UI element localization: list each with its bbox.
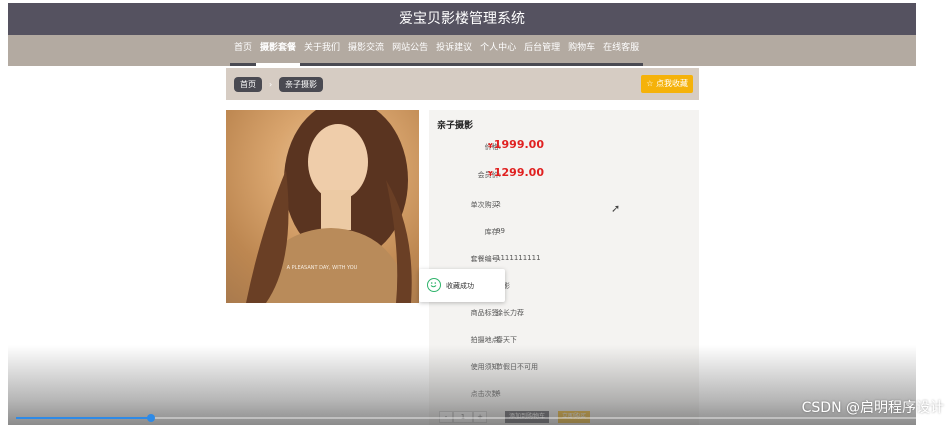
currency-symbol: ¥ bbox=[488, 170, 493, 178]
nav-item-9[interactable]: 在线客服 bbox=[599, 35, 644, 66]
nav-item-label: 网站公告 bbox=[392, 43, 429, 53]
nav-item-label: 投诉建议 bbox=[436, 43, 473, 53]
nav-item-5[interactable]: 投诉建议 bbox=[432, 35, 477, 66]
field-row: 使用须知: 节假日不可用 bbox=[429, 359, 699, 373]
nav-item-8[interactable]: 购物车 bbox=[564, 35, 600, 66]
video-progress-bar[interactable] bbox=[16, 414, 916, 422]
nav-item-label: 摄影套餐 bbox=[260, 43, 297, 53]
field-value: 1111111111 bbox=[496, 254, 541, 262]
smile-icon bbox=[427, 278, 441, 292]
nav-item-underline bbox=[520, 63, 565, 66]
nav-item-0[interactable]: 首页 bbox=[230, 35, 257, 66]
field-row: 套餐编号: 1111111111 bbox=[429, 251, 699, 265]
field-row: 点击次数: 4 bbox=[429, 386, 699, 400]
nav-item-underline bbox=[432, 63, 477, 66]
toast-notification: 收藏成功 bbox=[419, 269, 505, 302]
nav-item-7[interactable]: 后台管理 bbox=[520, 35, 565, 66]
field-value: 4 bbox=[496, 389, 501, 397]
field-value: 99 bbox=[496, 227, 505, 235]
nav-item-underline bbox=[256, 63, 301, 66]
nav-item-1[interactable]: 摄影套餐 bbox=[256, 35, 301, 66]
nav-item-4[interactable]: 网站公告 bbox=[388, 35, 433, 66]
nav-item-label: 关于我们 bbox=[304, 43, 341, 53]
nav-item-underline bbox=[476, 63, 521, 66]
price-value: ¥1999.00 bbox=[488, 138, 544, 151]
breadcrumb-separator: › bbox=[269, 80, 273, 89]
field-value: 2 bbox=[496, 200, 501, 208]
nav-item-6[interactable]: 个人中心 bbox=[476, 35, 521, 66]
nav-item-label: 摄影交流 bbox=[348, 43, 385, 53]
video-progress-knob[interactable] bbox=[147, 414, 155, 422]
price-number: 1999.00 bbox=[493, 138, 544, 151]
toast-text: 收藏成功 bbox=[446, 282, 474, 290]
portrait-illustration: A PLEASANT DAY, WITH YOU bbox=[246, 110, 412, 303]
nav-item-underline bbox=[388, 63, 433, 66]
nav-item-label: 在线客服 bbox=[603, 43, 640, 53]
field-value: 春天下 bbox=[496, 336, 517, 344]
nav-items: 首页 摄影套餐 关于我们 摄影交流 网站公告 投诉建议 个人中心 后台管理 购物车 在线客服 bbox=[230, 35, 644, 66]
nav-item-underline bbox=[599, 63, 644, 66]
price-number: 1299.00 bbox=[493, 166, 544, 179]
nav-item-3[interactable]: 摄影交流 bbox=[344, 35, 389, 66]
favorite-button[interactable]: ☆ 点我收藏 bbox=[641, 75, 693, 93]
field-row: 商品标签: 徐长力荐 bbox=[429, 305, 699, 319]
nav-item-underline bbox=[564, 63, 600, 66]
nav-item-label: 首页 bbox=[234, 43, 253, 53]
breadcrumb-home[interactable]: 首页 bbox=[234, 77, 262, 92]
nav-item-label: 后台管理 bbox=[524, 43, 561, 53]
nav-item-label: 个人中心 bbox=[480, 43, 517, 53]
field-value: 徐长力荐 bbox=[496, 309, 524, 317]
nav-item-2[interactable]: 关于我们 bbox=[300, 35, 345, 66]
field-row: 会员价: ¥1299.00 bbox=[429, 166, 699, 181]
nav-item-underline bbox=[230, 63, 257, 66]
nav-item-underline bbox=[344, 63, 389, 66]
field-row: 价格: ¥1999.00 bbox=[429, 138, 699, 153]
product-detail: 亲子摄影 价格: ¥1999.00 会员价: ¥1299.00 单次购买: 2 库存: 99 套… bbox=[429, 110, 699, 425]
field-row: 拍摄地点: 春天下 bbox=[429, 332, 699, 346]
field-row: 库存: 99 bbox=[429, 224, 699, 238]
mouse-pointer-icon: ➚ bbox=[611, 202, 621, 215]
product-image: A PLEASANT DAY, WITH YOU bbox=[226, 110, 419, 303]
video-progress-fill bbox=[16, 417, 151, 419]
field-value: 节假日不可用 bbox=[496, 363, 538, 371]
nav-item-underline bbox=[300, 63, 345, 66]
currency-symbol: ¥ bbox=[488, 142, 493, 150]
breadcrumb: 首页 › 亲子摄影 ☆ 点我收藏 bbox=[226, 68, 699, 100]
main-nav: 首页 摄影套餐 关于我们 摄影交流 网站公告 投诉建议 个人中心 后台管理 购物车 在线客服 bbox=[8, 35, 916, 66]
price-value: ¥1299.00 bbox=[488, 166, 544, 179]
nav-item-label: 购物车 bbox=[568, 43, 596, 53]
image-caption: A PLEASANT DAY, WITH YOU bbox=[287, 265, 358, 271]
product-title: 亲子摄影 bbox=[437, 121, 474, 131]
watermark: CSDN @启明程序设计 bbox=[801, 400, 944, 416]
field-row: 单次购买: 2 bbox=[429, 197, 699, 211]
breadcrumb-current[interactable]: 亲子摄影 bbox=[279, 77, 323, 92]
site-title: 爱宝贝影楼管理系统 bbox=[8, 3, 916, 35]
